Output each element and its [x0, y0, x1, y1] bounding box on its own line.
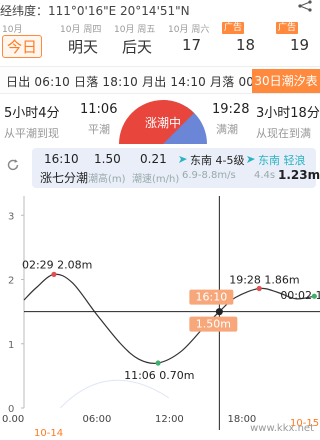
day-tab-day-after[interactable]: 10月 周五 后天 [114, 22, 172, 62]
watermark-text: www.kkx.net [250, 423, 314, 434]
wave-info: 东南 轻浪 [258, 154, 306, 167]
day-label: 18 [236, 36, 256, 54]
tide-speed-value: 0.21 [140, 152, 167, 166]
tide-extreme-label: 00:02 1.7 [280, 289, 320, 302]
ad-badge: 广告 [222, 22, 245, 34]
cursor-point [215, 308, 223, 316]
x-tick-label: 12:00 [155, 414, 184, 425]
wave-period: 4.4s [254, 170, 276, 181]
wind-direction-icon [179, 156, 187, 163]
wind-speed: 6.9-8.8m/s [182, 170, 236, 181]
time-to-high-label: 从现在到满 [256, 127, 311, 140]
cursor-height-label: 1.50m [196, 318, 231, 331]
day-date-label: 10月 周五 [114, 25, 156, 35]
tide-curve-shadow [59, 379, 170, 409]
day-label: 19 [290, 36, 310, 54]
wave-height: 1.23m [278, 168, 320, 182]
y-tick-label: 2 [8, 276, 14, 287]
sun-moon-info: 日出 06:10 日落 18:10 月出 14:10 月落 00:10 30日潮… [0, 66, 320, 94]
ad-badge: 广告 [276, 22, 299, 34]
slack-tide-time: 11:06 [80, 102, 118, 117]
location-coords: 经纬度：111°0'16"E 20°14'51"N [0, 4, 190, 18]
day-selector: 10月 今日 10月 周四 明天 10月 周五 后天 10月 周六 17 广告 … [0, 22, 320, 62]
day-date-label: 10月 周六 [168, 25, 210, 35]
tide-height-value: 1.50 [94, 152, 121, 166]
tide-speed-label: 潮速(m/h) [132, 174, 180, 185]
slack-tide-label: 平潮 [88, 123, 110, 136]
day-label: 17 [182, 36, 202, 54]
day-date-label: 10月 [2, 25, 23, 35]
time-since-slack-value: 5小时4分 [4, 106, 60, 121]
tide-phase-gauge: 涨潮中 [119, 100, 207, 144]
time-to-high: 3小时18分 从现在到满 [256, 102, 320, 141]
cursor-time-label: 16:10 [196, 291, 228, 304]
high-tide: 19:28 满潮 [212, 102, 249, 137]
current-conditions-panel: 16:10 涨七分潮 1.50 潮高(m) 0.21 潮速(m/h) 东南 4-… [32, 148, 320, 188]
day-tab-tomorrow[interactable]: 10月 周四 明天 [60, 22, 118, 62]
time-since-slack: 5小时4分 从平潮到现 [4, 102, 60, 141]
day-tab-today[interactable]: 10月 今日 [2, 22, 60, 62]
wind-info: 东南 4-5级 [190, 154, 245, 167]
refresh-icon[interactable] [6, 158, 20, 172]
chart-grid: 01230.00 06:00 12:00 18:0010-1410-15 [2, 196, 319, 439]
time-to-high-value: 3小时18分 [256, 106, 320, 121]
tide-stage: 涨七分潮 [40, 171, 89, 185]
day-label: 明天 [68, 38, 99, 56]
day-date-label: 10月 周四 [60, 25, 102, 35]
tide-extreme-point [256, 285, 262, 292]
wave-direction-icon [247, 156, 255, 163]
tide-extreme-label: 11:06 0.70m [124, 369, 194, 382]
day-tab-17[interactable]: 10月 周六 17 [168, 22, 226, 62]
top-bar: 经纬度：111°0'16"E 20°14'51"N [0, 0, 320, 22]
day-label: 今日 [2, 35, 43, 58]
day-label: 后天 [122, 38, 153, 56]
time-since-slack-label: 从平潮到现 [4, 127, 59, 140]
day-tab-19[interactable]: 广告 19 [276, 22, 320, 62]
x-tick-label: 06:00 [82, 414, 111, 425]
day-tab-18[interactable]: 广告 18 [222, 22, 280, 62]
tide-curve-line [23, 273, 315, 365]
tide-extreme-point [51, 271, 57, 277]
tide-extreme-label: 19:28 1.86m [229, 274, 299, 287]
share-icon[interactable] [296, 0, 314, 12]
slack-tide: 11:06 平潮 [80, 102, 117, 137]
sun-moon-times: 日出 06:10 日落 18:10 月出 14:10 月落 00:10 [6, 75, 275, 89]
tide-chart[interactable]: 01230.00 06:00 12:00 18:0010-1410-15 16:101… [0, 190, 320, 440]
tide-extreme-label: 02:29 2.08m [22, 258, 92, 271]
y-tick-label: 3 [8, 211, 14, 222]
tide-extreme-point [155, 360, 161, 366]
tide-height-label: 潮高(m) [88, 174, 126, 185]
date-label-start: 10-14 [34, 428, 63, 439]
current-time: 16:10 [44, 152, 79, 166]
high-tide-time: 19:28 [212, 102, 250, 117]
x-tick-label: 0.00 [2, 414, 24, 425]
monthly-tide-table-button[interactable]: 30日潮汐表 [252, 69, 320, 93]
high-tide-label: 满潮 [216, 123, 238, 136]
gauge-label: 涨潮中 [145, 115, 181, 130]
y-tick-label: 1 [8, 340, 14, 351]
